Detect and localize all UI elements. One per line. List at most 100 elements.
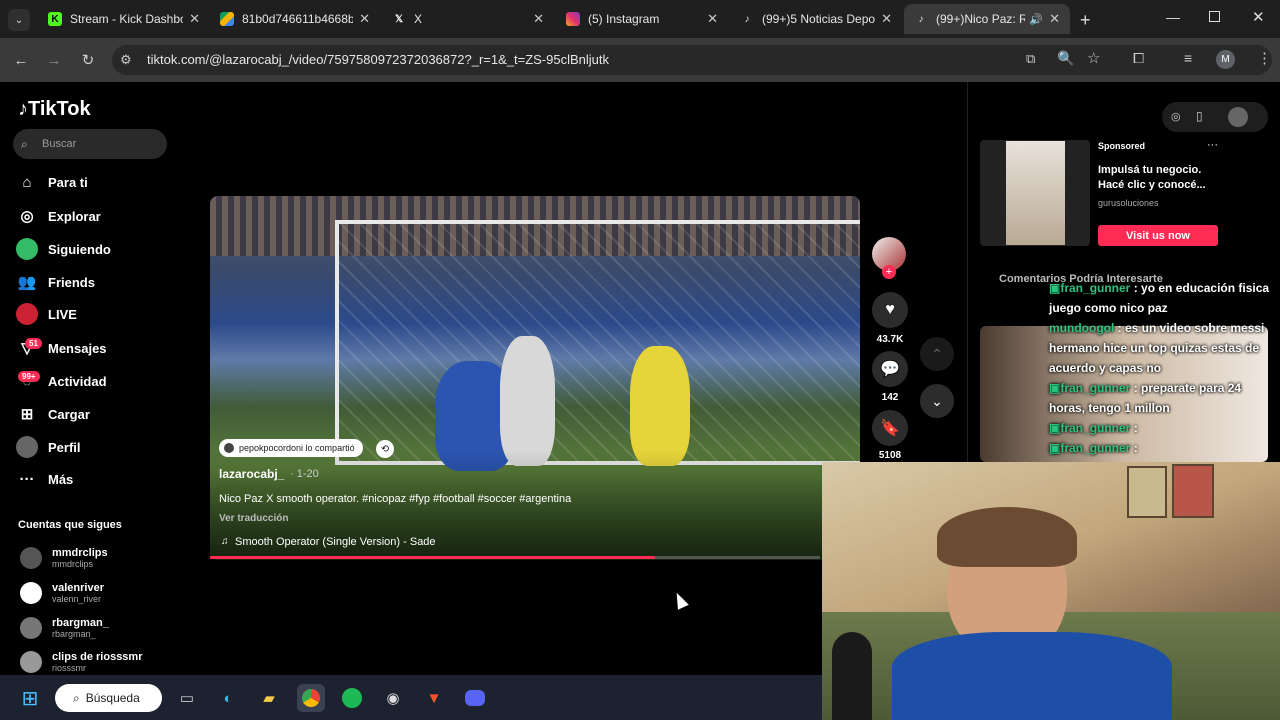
reload-button[interactable]: ↻ bbox=[78, 50, 98, 70]
messages-badge: 51 bbox=[25, 338, 42, 349]
chat-message: ▣fran_gunner : bbox=[1049, 438, 1271, 458]
tiktok-icon: ♪ bbox=[744, 13, 750, 25]
explorer-icon[interactable]: ▰ bbox=[255, 684, 283, 712]
nav-label: LIVE bbox=[48, 306, 77, 322]
progress-fill bbox=[210, 556, 656, 559]
nav-label: Para ti bbox=[48, 174, 88, 190]
taskview-icon[interactable]: ▭ bbox=[173, 684, 201, 712]
like-button[interactable]: ♥ bbox=[872, 292, 908, 328]
logo-text: TikTok bbox=[28, 98, 91, 120]
tab-instagram[interactable]: (5) Instagram ✕ bbox=[556, 4, 728, 34]
windows-start-icon[interactable]: ⊞ bbox=[16, 684, 44, 712]
nav-siguiendo[interactable]: Siguiendo bbox=[16, 237, 111, 261]
menu-icon[interactable]: ⋮ bbox=[1257, 49, 1272, 67]
nav-para-ti[interactable]: ⌂ Para ti bbox=[16, 170, 88, 194]
brave-icon[interactable]: ▼ bbox=[420, 684, 448, 712]
spotify-icon[interactable] bbox=[338, 684, 366, 712]
back-button[interactable]: ← bbox=[11, 50, 31, 70]
compass-icon: ◎ bbox=[20, 208, 34, 225]
chrome-icon[interactable] bbox=[297, 684, 325, 712]
profile-avatar[interactable]: M bbox=[1216, 50, 1235, 69]
chat-user: fran_gunner bbox=[1060, 281, 1131, 295]
tab-search-button[interactable]: ⌄ bbox=[8, 9, 30, 31]
tab-tiktok-noticias[interactable]: ♪ (99+)5 Noticias Depo ✕ bbox=[730, 4, 902, 34]
comment-button[interactable]: 💬 bbox=[872, 351, 908, 387]
avatar bbox=[20, 617, 42, 639]
translate-link[interactable]: Ver traducción bbox=[219, 513, 288, 524]
sponsored-text: Impulsá tu negocio. Hacé clic y conocé..… bbox=[1098, 164, 1206, 191]
video-progress-bar[interactable] bbox=[210, 556, 820, 559]
chat-message: ▣fran_gunner : yo en educación fisica ju… bbox=[1049, 278, 1271, 318]
nav-cargar[interactable]: ⊞ Cargar bbox=[16, 402, 90, 426]
chrome-logo bbox=[302, 689, 320, 707]
tab-title: (99+)5 Noticias Depo bbox=[762, 12, 876, 26]
new-tab-button[interactable]: + bbox=[1080, 10, 1091, 31]
nav-live[interactable]: LIVE bbox=[16, 302, 77, 326]
repost-badge[interactable]: pepokpocordoni lo compartió bbox=[219, 439, 363, 457]
music-note-icon: ♫ bbox=[221, 536, 229, 547]
site-info-icon[interactable]: ⚙ bbox=[120, 52, 132, 68]
tab-tiktok-active[interactable]: ♪ (99+)Nico Paz: Ri 🔊 ✕ bbox=[904, 4, 1070, 34]
avatar[interactable] bbox=[1228, 107, 1248, 127]
friends-icon: 👥 bbox=[17, 274, 37, 291]
account-user: valenn_river bbox=[52, 594, 102, 604]
following-account[interactable]: rbargman_ rbargman_ bbox=[20, 617, 109, 639]
next-video-button[interactable]: ⌄ bbox=[920, 384, 954, 418]
poster-image bbox=[1127, 466, 1167, 518]
save-button[interactable]: 🔖 bbox=[872, 410, 908, 446]
previous-video-button[interactable]: ⌃ bbox=[920, 337, 954, 371]
extensions-icon[interactable]: ⧠ bbox=[1133, 50, 1144, 67]
nav-friends[interactable]: 👥 Friends bbox=[16, 270, 95, 294]
more-icon: ··· bbox=[19, 470, 35, 488]
profile-icon bbox=[16, 436, 38, 458]
spotify-logo bbox=[342, 688, 362, 708]
speaker-icon[interactable]: 🔊 bbox=[1029, 13, 1043, 26]
maximize-button[interactable] bbox=[1209, 11, 1220, 22]
close-window-button[interactable]: ✕ bbox=[1252, 8, 1265, 26]
follow-plus-icon[interactable]: + bbox=[882, 265, 896, 279]
discord-icon[interactable] bbox=[461, 684, 489, 712]
avatar bbox=[20, 582, 42, 604]
following-account[interactable]: clips de riosssmr riosssmr bbox=[20, 651, 143, 673]
bookmark-star-icon[interactable]: ☆ bbox=[1087, 49, 1100, 67]
nav-explorar[interactable]: ◎ Explorar bbox=[16, 204, 100, 228]
nav-perfil[interactable]: Perfil bbox=[16, 435, 81, 459]
taskbar-search[interactable]: ⌕ Búsqueda bbox=[55, 684, 162, 712]
search-input[interactable]: Buscar bbox=[13, 129, 167, 159]
forward-button[interactable]: → bbox=[44, 50, 64, 70]
tab-x[interactable]: 𝕏 X ✕ bbox=[382, 4, 554, 34]
device-icon[interactable]: ▯ bbox=[1196, 109, 1203, 123]
close-icon[interactable]: ✕ bbox=[1049, 11, 1060, 27]
following-account[interactable]: mmdrclips mmdrclips bbox=[20, 547, 108, 569]
coin-icon[interactable]: ◎ bbox=[1171, 110, 1181, 123]
tab-drive[interactable]: 81b0d746611b4668b ✕ bbox=[210, 4, 380, 34]
edge-icon[interactable]: ◐ bbox=[214, 684, 242, 712]
repost-icon[interactable]: ⟲ bbox=[376, 440, 394, 458]
chat-overlay: ▣fran_gunner : yo en educación fisica ju… bbox=[1049, 278, 1271, 458]
following-account[interactable]: valenriver valenn_river bbox=[20, 582, 104, 604]
video-player[interactable] bbox=[210, 196, 860, 560]
activity-badge: 99+ bbox=[18, 371, 40, 382]
media-control-icon[interactable]: ≡ bbox=[1184, 50, 1192, 66]
chat-message: mundoogol : es un video sobre messi herm… bbox=[1049, 318, 1271, 378]
chat-message: ▣fran_gunner : bbox=[1049, 418, 1271, 438]
tab-kick[interactable]: K Stream - Kick Dashbo ✕ bbox=[38, 4, 210, 34]
tiktok-logo[interactable]: ♪TikTok bbox=[18, 98, 91, 121]
goalkeeper-image bbox=[630, 346, 690, 466]
sound-name[interactable]: Smooth Operator (Single Version) - Sade bbox=[235, 536, 436, 548]
visit-button[interactable]: Visit us now bbox=[1098, 225, 1218, 246]
zoom-icon[interactable]: 🔍 bbox=[1057, 50, 1074, 67]
url-text[interactable]: tiktok.com/@lazarocabj_/video/7597580972… bbox=[147, 52, 609, 67]
close-icon[interactable]: ✕ bbox=[189, 11, 200, 27]
close-icon[interactable]: ✕ bbox=[707, 11, 718, 27]
close-icon[interactable]: ✕ bbox=[881, 11, 892, 27]
nav-mas[interactable]: ··· Más bbox=[16, 467, 74, 491]
more-options-icon[interactable]: ··· bbox=[1207, 139, 1218, 151]
obs-icon[interactable]: ◉ bbox=[379, 684, 407, 712]
minimize-button[interactable]: — bbox=[1166, 9, 1180, 25]
close-icon[interactable]: ✕ bbox=[533, 11, 544, 27]
kick-icon: K bbox=[48, 12, 62, 26]
video-author[interactable]: lazarocabj_ bbox=[219, 467, 284, 481]
close-icon[interactable]: ✕ bbox=[359, 11, 370, 27]
install-app-icon[interactable]: ⧉ bbox=[1026, 51, 1035, 67]
